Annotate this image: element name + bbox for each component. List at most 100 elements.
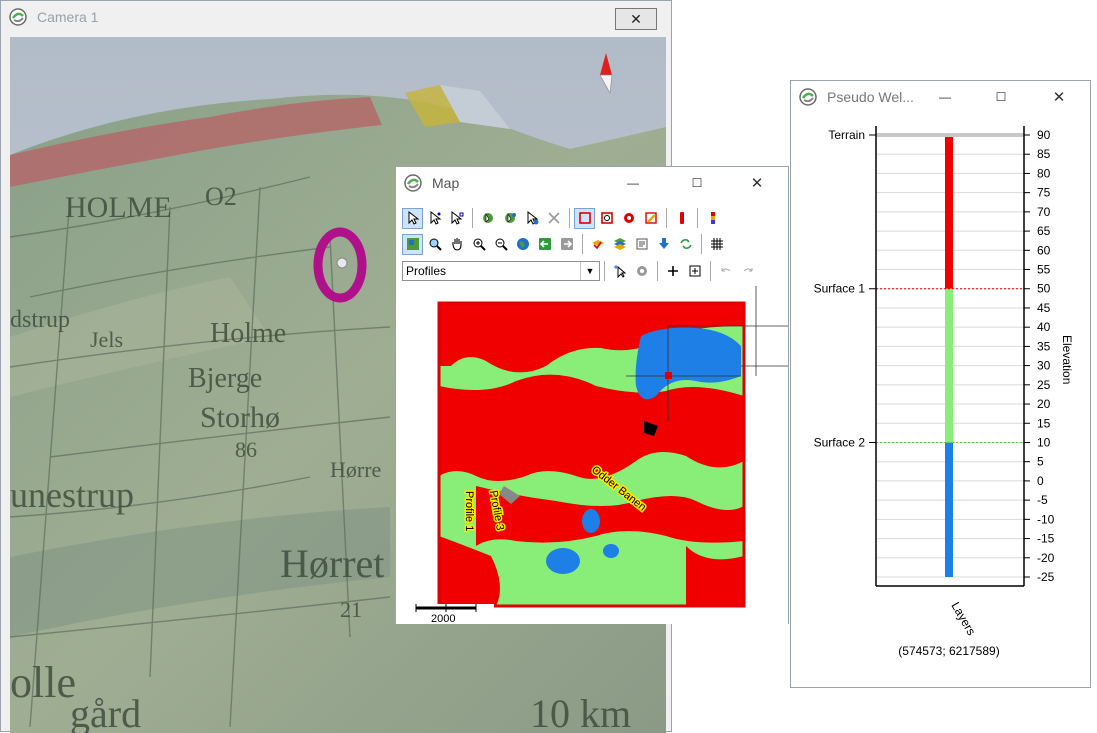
tick-label: 25 xyxy=(1037,378,1051,392)
tick-label: 80 xyxy=(1037,166,1051,180)
surface-label: Terrain xyxy=(828,128,865,142)
map-close-button[interactable]: ✕ xyxy=(734,167,780,199)
edit-button[interactable] xyxy=(640,208,661,229)
well-bar-button[interactable] xyxy=(702,208,723,229)
target-icon xyxy=(689,265,700,277)
zoom-extent-button[interactable] xyxy=(402,233,423,255)
properties-button[interactable] xyxy=(631,234,652,255)
rect-red-button[interactable] xyxy=(574,207,595,229)
layers-add-button[interactable] xyxy=(587,234,608,255)
pseudo-well-window[interactable]: Pseudo Wel... — ☐ ✕ Terrain Surface 1 Surf… xyxy=(790,80,1091,688)
toolbar-separator xyxy=(697,208,698,228)
map-titlebar[interactable]: Map — ☐ ✕ xyxy=(396,167,788,199)
select-arrow-icon xyxy=(408,211,419,225)
tick-label: -15 xyxy=(1037,532,1055,546)
layer-top xyxy=(945,135,953,289)
tick-label: -20 xyxy=(1037,551,1055,565)
camera-close-button[interactable]: ✕ xyxy=(615,8,657,30)
tick-label: 65 xyxy=(1037,224,1051,238)
tick-label: -5 xyxy=(1037,493,1048,507)
refresh-button[interactable] xyxy=(675,234,696,255)
zoom-window-button[interactable] xyxy=(424,234,445,255)
tick-label: 70 xyxy=(1037,205,1051,219)
cursor-plus-button[interactable] xyxy=(609,261,630,282)
pan-hand-button[interactable] xyxy=(446,234,467,255)
zoom-window-icon xyxy=(429,238,442,251)
select-multi-button[interactable] xyxy=(446,208,467,229)
maximize-icon: ☐ xyxy=(691,176,703,190)
place-name: gård xyxy=(70,691,141,733)
map-window[interactable]: Map — ☐ ✕ Profiles ▼ Odder Banen Profile… xyxy=(395,166,789,625)
camera-title: Camera 1 xyxy=(37,9,99,25)
scale-bar: 2000 xyxy=(414,604,494,625)
globe-icon xyxy=(516,238,529,250)
map-canvas[interactable]: Odder Banen Profile 1 Profile 3 2000 xyxy=(396,286,788,625)
profile-1-label: Profile 1 xyxy=(463,491,475,531)
zoom-select-button[interactable] xyxy=(499,208,520,229)
pan-select-button[interactable] xyxy=(477,208,498,229)
pan-select-icon xyxy=(482,212,493,223)
well-title: Pseudo Wel... xyxy=(827,89,914,105)
zoom-extent-icon xyxy=(406,238,419,250)
zoom-out-icon xyxy=(495,238,508,251)
back-button[interactable] xyxy=(534,234,555,255)
place-name: Holme xyxy=(210,318,286,349)
pan-hand-icon xyxy=(451,238,462,251)
gear-gray-button[interactable] xyxy=(631,261,652,282)
red-bar-button[interactable] xyxy=(671,208,692,229)
place-name: Hørre xyxy=(330,457,381,482)
chevron-down-icon: ▼ xyxy=(580,262,599,280)
gear-red-button[interactable] xyxy=(618,208,639,229)
layer-bottom xyxy=(945,442,953,577)
place-name: O2 xyxy=(205,182,237,211)
select-arrow-button[interactable] xyxy=(402,207,423,229)
download-button[interactable] xyxy=(653,234,674,255)
zoom-out-button[interactable] xyxy=(490,234,511,255)
zoom-select-icon xyxy=(504,212,516,223)
place-name: Storhø xyxy=(200,401,280,434)
rect-zoom-button[interactable] xyxy=(596,208,617,229)
map-render: Odder Banen Profile 1 Profile 3 2000 xyxy=(414,286,788,625)
close-icon: ✕ xyxy=(750,175,764,192)
forward-icon xyxy=(560,238,573,250)
well-bar-icon xyxy=(710,212,715,224)
zoom-in-button[interactable] xyxy=(468,234,489,255)
well-minimize-button[interactable]: — xyxy=(922,81,968,113)
app-logo-icon xyxy=(404,174,422,192)
surface-label: Surface 2 xyxy=(814,435,866,449)
close-icon: ✕ xyxy=(630,10,642,27)
grid-button[interactable] xyxy=(706,234,727,255)
place-name: unestrup xyxy=(10,475,134,515)
well-maximize-button[interactable]: ☐ xyxy=(978,81,1024,113)
minimize-icon: — xyxy=(939,90,951,104)
select-node-button[interactable] xyxy=(424,208,445,229)
tick-label: 5 xyxy=(1037,455,1044,469)
layers-icon xyxy=(613,238,626,250)
well-close-button[interactable]: ✕ xyxy=(1036,81,1082,113)
redo-icon xyxy=(743,268,752,272)
target-button[interactable] xyxy=(684,261,705,282)
maximize-icon: ☐ xyxy=(995,90,1007,104)
layer-select[interactable]: Profiles ▼ xyxy=(402,261,600,281)
undo-button[interactable] xyxy=(715,261,736,282)
well-titlebar[interactable]: Pseudo Wel... — ☐ ✕ xyxy=(791,81,1090,113)
place-name: Hørret xyxy=(280,541,384,586)
identify-button[interactable] xyxy=(521,208,542,229)
camera-titlebar[interactable]: Camera 1 ✕ xyxy=(1,1,671,33)
place-name: dstrup xyxy=(10,307,70,333)
tick-label: 55 xyxy=(1037,263,1051,277)
map-maximize-button[interactable]: ☐ xyxy=(674,167,720,199)
layers-add-icon xyxy=(591,240,604,250)
delete-button[interactable] xyxy=(543,208,564,229)
crosshair-button[interactable] xyxy=(662,261,683,282)
forward-button[interactable] xyxy=(556,234,577,255)
redo-button[interactable] xyxy=(737,261,758,282)
map-minimize-button[interactable]: — xyxy=(610,167,656,199)
layers-button[interactable] xyxy=(609,234,630,255)
map-toolbar-2 xyxy=(402,232,728,256)
rect-red-icon xyxy=(578,212,591,224)
red-bar-icon xyxy=(679,212,684,224)
marker-dot xyxy=(336,257,348,269)
globe-button[interactable] xyxy=(512,234,533,255)
tick-label: 15 xyxy=(1037,416,1051,430)
